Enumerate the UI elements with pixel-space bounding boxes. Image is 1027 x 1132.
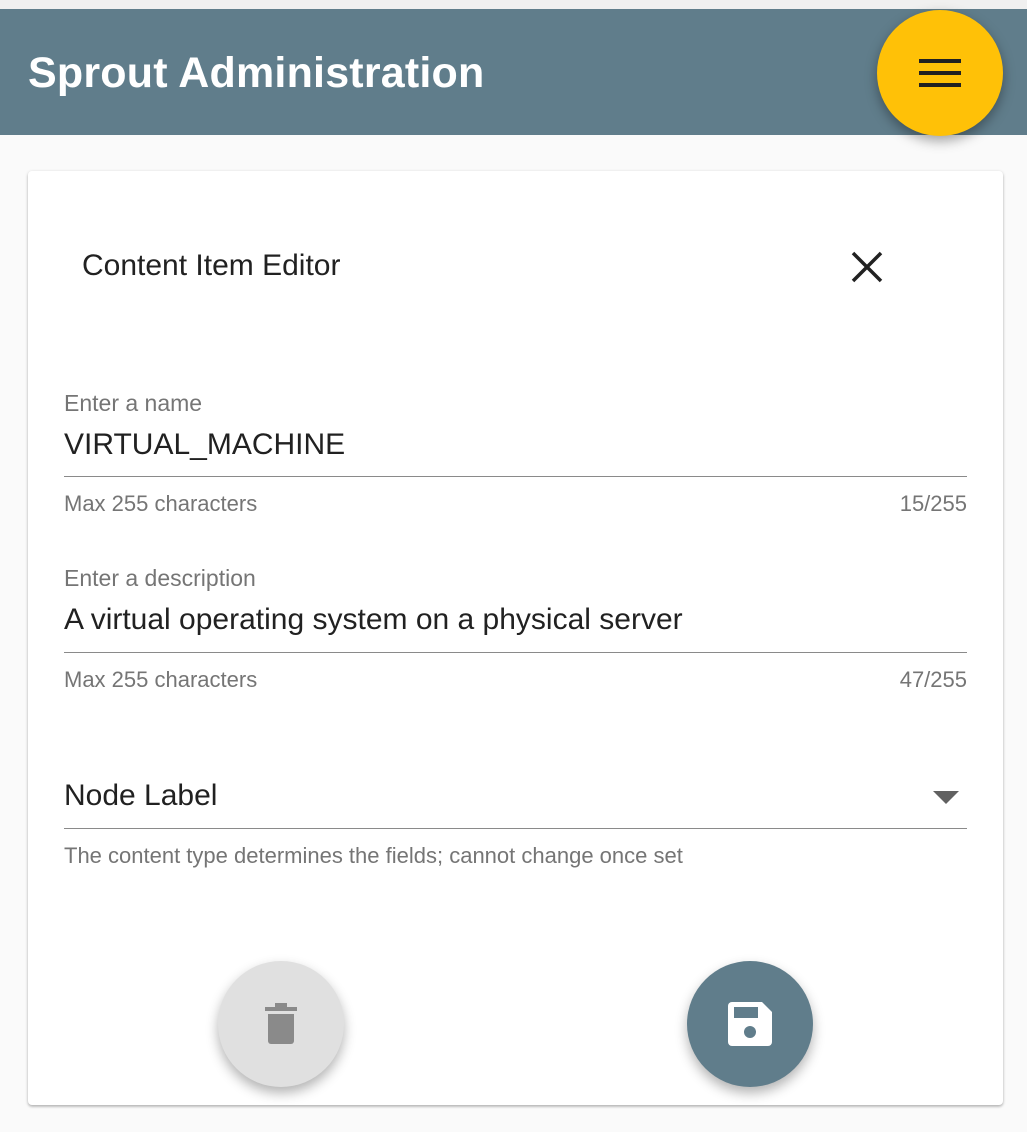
- name-field-label: Enter a name: [64, 390, 203, 416]
- name-underline: [64, 476, 967, 477]
- name-input[interactable]: VIRTUAL_MACHINE: [64, 428, 345, 462]
- content-type-select-value[interactable]: Node Label: [64, 779, 217, 813]
- save-icon: [728, 1002, 772, 1046]
- app-bar: Sprout Administration: [0, 9, 1027, 135]
- description-hint: Max 255 characters: [64, 667, 258, 692]
- dropdown-arrow-icon[interactable]: [933, 791, 959, 804]
- name-hint: Max 255 characters: [64, 491, 258, 516]
- content-item-editor-card: Content Item Editor Enter a name VIRTUAL…: [28, 171, 1003, 1105]
- save-button[interactable]: [687, 961, 813, 1087]
- content-type-hint: The content type determines the fields; …: [64, 843, 683, 868]
- close-button[interactable]: [843, 243, 891, 291]
- menu-button[interactable]: [877, 10, 1003, 136]
- trash-icon: [265, 1003, 297, 1044]
- description-field-label: Enter a description: [64, 565, 256, 591]
- menu-icon: [919, 59, 961, 87]
- delete-button[interactable]: [218, 961, 344, 1087]
- description-input[interactable]: A virtual operating system on a physical…: [64, 603, 683, 637]
- name-char-counter: 15/255: [899, 491, 967, 516]
- content-type-underline: [64, 828, 967, 829]
- description-underline: [64, 652, 967, 653]
- editor-title: Content Item Editor: [82, 249, 341, 282]
- description-char-counter: 47/255: [899, 667, 967, 692]
- app-title: Sprout Administration: [28, 49, 485, 97]
- close-icon: [851, 251, 883, 283]
- top-strip: [0, 0, 1027, 9]
